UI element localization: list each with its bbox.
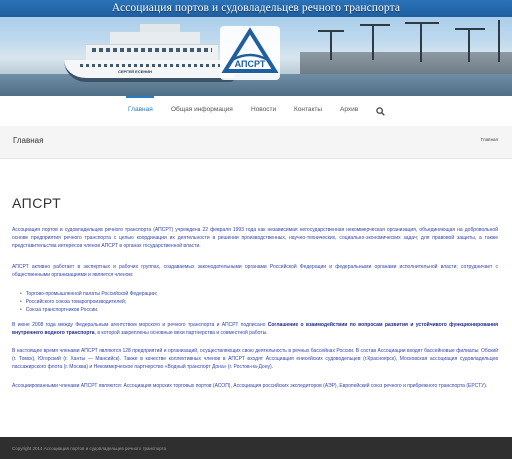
agreement-text-start: В июне 2008 года между Федеральным агент…: [12, 322, 268, 328]
page-title: Главная: [13, 136, 44, 145]
paragraph-agreement: В июне 2008 года между Федеральным агент…: [12, 322, 498, 338]
header-banner: СЕРГЕЙ ЕСЕНИН Ассоциация портов и судовл…: [0, 0, 512, 96]
page-title-bar: Главная Главная: [0, 126, 512, 159]
apsrt-logo[interactable]: АПСРТ: [220, 26, 280, 80]
list-item: Союза транспортников России.: [20, 306, 157, 314]
search-icon[interactable]: [376, 107, 385, 116]
crane-graphic: [455, 28, 485, 30]
crane-graphic: [360, 24, 390, 26]
crane-graphic: [372, 24, 374, 60]
copyright-text: Copyright 2014 Ассоциация портов и судов…: [12, 446, 167, 451]
nav-item-contacts[interactable]: Контакты: [294, 106, 322, 113]
paragraph-activity: АПСРТ активно работает в экспертных и ра…: [12, 264, 498, 278]
crane-graphic: [318, 30, 344, 32]
list-item: Торгово-промышленной палаты Российской Ф…: [20, 290, 157, 298]
ship-windows: [92, 48, 212, 52]
nav-item-news[interactable]: Новости: [251, 106, 276, 113]
paragraph-intro: Ассоциация портов и судовладельцев речно…: [12, 227, 498, 249]
nav-item-general-info[interactable]: Общая информация: [171, 106, 233, 113]
main-navigation: Главная Общая информация Новости Контакт…: [0, 96, 512, 127]
ship-windows: [80, 64, 220, 67]
crane-graphic: [498, 20, 500, 62]
breadcrumb[interactable]: Главная: [481, 137, 498, 142]
ship-name: СЕРГЕЙ ЕСЕНИН: [118, 69, 153, 74]
nav-item-archive[interactable]: Архив: [340, 106, 358, 113]
ship-deck: [110, 32, 200, 44]
footer: Copyright 2014 Ассоциация портов и судов…: [0, 437, 512, 459]
logo-text: АПСРТ: [235, 59, 266, 69]
crane-graphic: [468, 28, 470, 62]
paragraph-members: В настоящее время членами АПСРТ являются…: [12, 348, 498, 370]
nav-item-home[interactable]: Главная: [128, 106, 153, 113]
membership-list: Торгово-промышленной палаты Российской Ф…: [20, 290, 157, 315]
agreement-text-end: , в которой закреплены основные вехи пар…: [94, 329, 268, 336]
nav-active-indicator: [126, 96, 154, 98]
crane-graphic: [420, 22, 422, 62]
paragraph-associates: Ассоциированными членами АПСРТ являются:…: [12, 383, 488, 389]
site-title: Ассоциация портов и судовладельцев речно…: [111, 2, 401, 14]
list-item: Российского союза товаропроизводителей;: [20, 298, 157, 306]
crane-graphic: [330, 30, 332, 60]
crane-graphic: [405, 22, 439, 24]
content-heading: АПСРТ: [12, 195, 62, 211]
ship-deck: [86, 44, 218, 61]
